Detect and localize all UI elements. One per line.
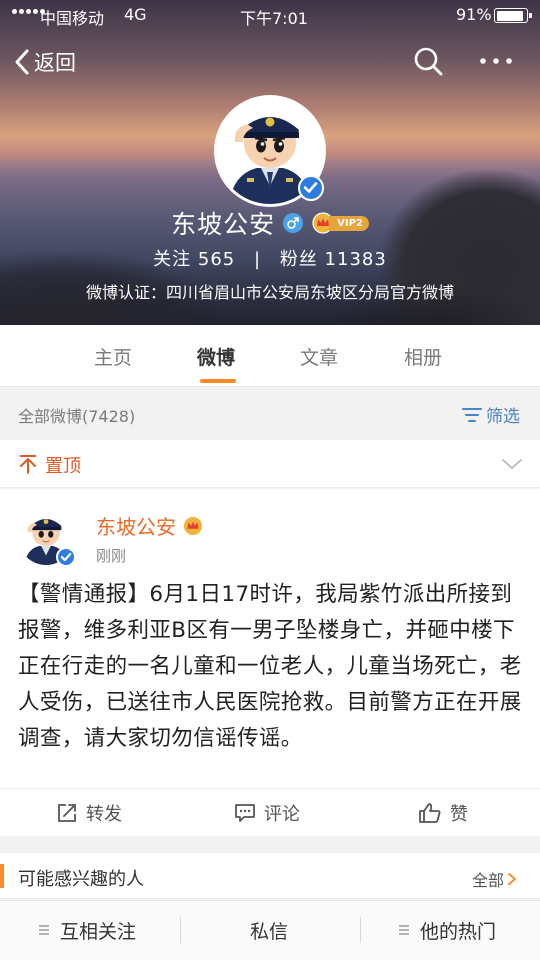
list-icon xyxy=(39,925,49,935)
battery-percent: 91% xyxy=(456,5,492,24)
message-button[interactable]: 私信 xyxy=(250,901,288,959)
active-tab-indicator xyxy=(200,379,236,383)
chevron-left-icon xyxy=(15,49,29,75)
profile-name-row: 东坡公安 VIP2 xyxy=(0,205,540,241)
top-nav: 返回 xyxy=(0,40,540,84)
verification-text: 微博认证：四川省眉山市公安局东坡区分局官方微博 xyxy=(85,283,454,302)
comment-button[interactable]: 评论 xyxy=(234,789,300,837)
profile-cover: 中国移动 4G 下午7:01 91% 返回 东坡公安 VIP2 关注 565 |… xyxy=(0,0,540,325)
comment-label: 评论 xyxy=(264,804,300,825)
tab-articles[interactable]: 文章 xyxy=(300,343,338,370)
message-label: 私信 xyxy=(250,920,289,943)
status-time: 下午7:01 xyxy=(240,9,308,28)
crown-icon xyxy=(183,516,203,535)
back-label: 返回 xyxy=(34,51,76,75)
post-time: 刚刚 xyxy=(96,547,127,565)
tab-weibo[interactable]: 微博 xyxy=(197,343,235,370)
male-icon xyxy=(283,213,304,233)
profile-tabs: 主页 微博 文章 相册 xyxy=(0,325,540,387)
repost-label: 转发 xyxy=(86,804,122,825)
network-type: 4G xyxy=(124,5,147,24)
like-label: 赞 xyxy=(450,804,468,825)
followers-label: 粉丝 xyxy=(279,249,318,270)
pinned-section[interactable]: 置顶 xyxy=(0,440,540,488)
follow-each-other-button[interactable]: 互相关注 xyxy=(38,901,136,959)
tab-album[interactable]: 相册 xyxy=(404,343,442,370)
suggest-title: 可能感兴趣的人 xyxy=(18,869,144,890)
weibo-post: 东坡公安 刚刚 【警情通报】6月1日17时许，我局紫竹派出所接到报警，维多利亚B… xyxy=(0,489,540,836)
follow-each-other-label: 互相关注 xyxy=(60,920,137,943)
followers-link[interactable]: 粉丝 11383 xyxy=(280,249,387,270)
all-weibo-count[interactable]: 全部微博(7428) xyxy=(18,403,135,427)
search-icon[interactable] xyxy=(412,45,444,77)
section-accent xyxy=(0,864,4,888)
filter-button[interactable]: 筛选 xyxy=(462,402,520,427)
battery-fill xyxy=(496,10,523,21)
chevron-right-icon xyxy=(508,873,517,885)
his-hot-button[interactable]: 他的热门 xyxy=(398,901,496,959)
vip-level: VIP2 xyxy=(329,215,369,231)
filter-icon xyxy=(462,407,482,422)
post-content[interactable]: 【警情通报】6月1日17时许，我局紫竹派出所接到报警，维多利亚B区有一男子坠楼身… xyxy=(18,577,526,757)
more-icon[interactable] xyxy=(478,48,514,74)
suggested-users: 可能感兴趣的人 全部 xyxy=(0,853,540,899)
pinned-label: 置顶 xyxy=(45,456,81,477)
repost-icon xyxy=(58,804,76,822)
divider xyxy=(360,917,361,943)
back-button[interactable]: 返回 xyxy=(14,45,76,79)
filter-bar: 全部微博(7428) 筛选 xyxy=(0,388,540,438)
verified-icon xyxy=(56,547,76,567)
post-actions: 转发 评论 赞 xyxy=(0,788,540,836)
followers-count: 11383 xyxy=(324,249,387,270)
following-link[interactable]: 关注 565 xyxy=(153,249,235,270)
list-icon xyxy=(399,925,409,935)
status-bar: 中国移动 4G 下午7:01 91% xyxy=(0,0,540,30)
post-author-row: 东坡公安 xyxy=(96,511,204,540)
post-author[interactable]: 东坡公安 xyxy=(96,511,176,540)
filter-label: 筛选 xyxy=(486,407,520,427)
thumbs-up-icon xyxy=(419,803,441,823)
view-all-button[interactable]: 全部 xyxy=(472,867,517,891)
tab-home[interactable]: 主页 xyxy=(94,343,132,370)
profile-name: 东坡公安 xyxy=(171,210,276,239)
carrier-name: 中国移动 xyxy=(40,9,105,28)
following-count: 565 xyxy=(197,249,236,270)
repost-button[interactable]: 转发 xyxy=(56,789,122,837)
battery-icon xyxy=(494,8,532,23)
bottom-toolbar: 互相关注 私信 他的热门 xyxy=(0,900,540,960)
vip-badge[interactable]: VIP2 xyxy=(311,212,369,234)
chevron-down-icon[interactable] xyxy=(500,454,524,474)
view-all-label: 全部 xyxy=(472,871,505,890)
following-label: 关注 xyxy=(153,249,192,270)
comment-icon xyxy=(235,804,255,822)
pin-top-icon xyxy=(20,455,36,474)
like-button[interactable]: 赞 xyxy=(418,789,468,837)
his-hot-label: 他的热门 xyxy=(420,920,497,943)
divider xyxy=(180,917,181,943)
follow-stats: 关注 565 | 粉丝 11383 xyxy=(0,245,540,271)
stats-separator: | xyxy=(254,249,262,270)
verified-icon xyxy=(298,175,324,201)
